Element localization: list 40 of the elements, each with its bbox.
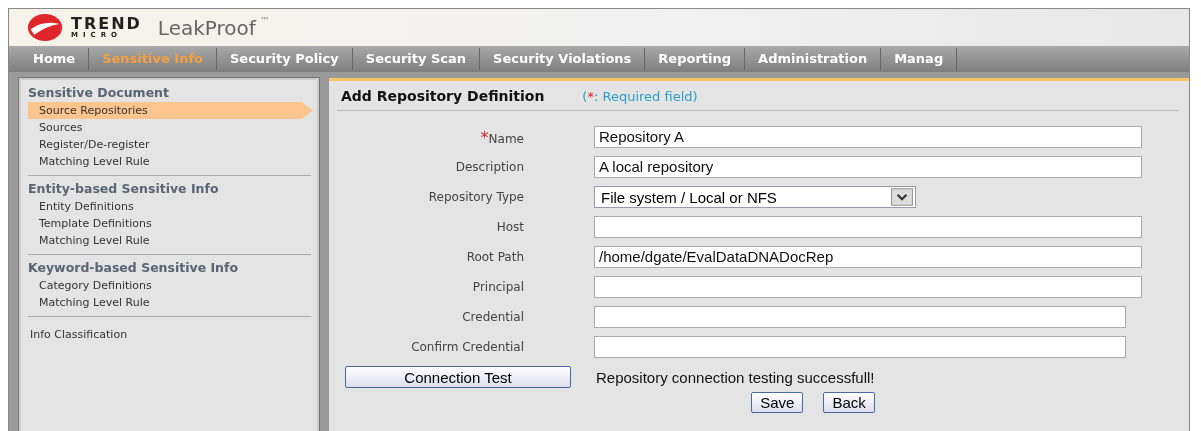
text-field[interactable]: A local repository: [594, 156, 1142, 178]
status-message: Repository connection testing successfull!: [596, 368, 875, 386]
field-label: Root Path: [465, 250, 524, 264]
field-label: Description: [454, 160, 524, 174]
sidebar-item[interactable]: Matching Level Rule: [28, 153, 317, 170]
sidebar-item[interactable]: Matching Level Rule: [28, 294, 317, 311]
company-name: TREND: [71, 16, 142, 32]
form-title: Add Repository Definition: [341, 88, 545, 104]
sidebar-item[interactable]: Entity Definitions: [28, 198, 317, 215]
sidebar-item[interactable]: Source Repositories: [28, 102, 313, 119]
trademark-mark: ™: [259, 15, 270, 26]
caret-icon: [891, 188, 913, 206]
connection-test-button[interactable]: Connection Test: [345, 366, 571, 388]
password-field[interactable]: [594, 336, 1126, 358]
sidebar-item[interactable]: Matching Level Rule: [28, 232, 317, 249]
section-heading: Sensitive Document: [28, 85, 170, 100]
field-label: Principal: [471, 280, 524, 294]
product-name: LeakProof: [157, 15, 256, 40]
sidebar-item[interactable]: Sources: [28, 119, 317, 136]
sidebar-link[interactable]: Info Classification: [28, 322, 317, 347]
required-note: (*: Required field): [582, 89, 698, 104]
password-field[interactable]: [594, 306, 1126, 328]
text-field[interactable]: [594, 276, 1142, 298]
field-label: Confirm Credential: [410, 340, 524, 354]
section-heading: Keyword-based Sensitive Info: [28, 260, 240, 275]
form-button[interactable]: Back: [823, 392, 875, 413]
section-heading: Entity-based Sensitive Info: [28, 181, 220, 196]
text-field[interactable]: Repository A: [594, 126, 1142, 148]
text-field[interactable]: /home/dgate/EvalDataDNADocRep: [594, 246, 1142, 268]
form-button[interactable]: Save: [751, 392, 804, 413]
field-label: *Name: [479, 127, 524, 147]
sidebar-item[interactable]: Register/De-register: [28, 136, 317, 153]
field-label: Host: [495, 220, 524, 234]
sidebar-item[interactable]: Template Definitions: [28, 215, 317, 232]
ball-logo-icon: [27, 13, 63, 42]
field-label: Repository Type: [427, 190, 524, 204]
sidebar-item[interactable]: Category Definitions: [28, 277, 317, 294]
text-field[interactable]: [594, 216, 1142, 238]
dropdown-field[interactable]: File system / Local or NFS: [594, 186, 916, 208]
field-label: Credential: [461, 310, 524, 324]
